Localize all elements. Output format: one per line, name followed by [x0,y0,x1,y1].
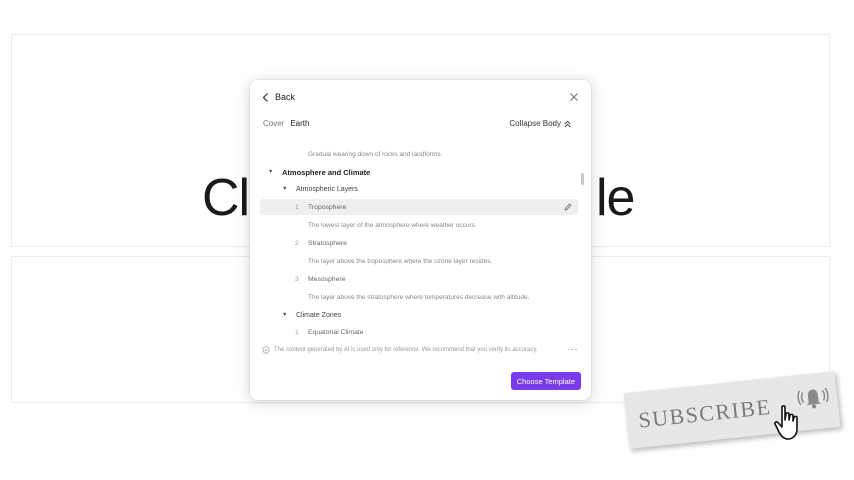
ai-disclaimer: The content generated by AI is used only… [262,346,538,354]
collapse-body-button[interactable]: Collapse Body [509,119,571,128]
collapse-triangle-icon[interactable]: ▼ [282,312,292,318]
subscribe-text: SUBSCRIBE [637,393,773,433]
shield-check-icon [262,346,270,354]
collapse-body-label: Collapse Body [509,119,561,128]
outline-dialog: Back Cover Earth Collapse Body Gradual we… [250,80,591,400]
cover-value: Earth [290,119,310,128]
cover-row: Cover Earth [263,119,309,128]
outline-subsection[interactable]: ▼ Climate Zones [260,307,578,323]
outline-item[interactable]: 3 Mesosphere [260,271,578,287]
more-options-button[interactable]: ··· [568,344,579,354]
slide-title-right-fragment: le [596,169,635,227]
choose-template-button[interactable]: Choose Template [510,372,581,390]
slide-title-left-fragment: Cl [202,169,250,227]
outline-list: Gradual wearing down of rocks and landfo… [260,144,586,342]
cover-label: Cover [263,119,285,128]
outline-description: The layer above the stratosphere where t… [308,293,530,301]
chevron-left-icon [262,92,268,102]
collapse-triangle-icon[interactable]: ▼ [268,169,278,175]
pencil-icon[interactable] [564,203,572,211]
outline-scrollbar[interactable] [581,173,584,185]
outline-item[interactable]: 1 Equatorial Climate [260,324,578,340]
outline-description: The lowest layer of the atmosphere where… [308,221,477,229]
outline-description: The layer above the troposphere where th… [308,257,493,265]
back-label: Back [275,92,296,102]
ai-disclaimer-text: The content generated by AI is used only… [274,347,538,353]
double-chevron-up-icon [564,120,571,127]
pointer-hand-icon [774,405,798,440]
outline-section[interactable]: ▼ Atmosphere and Climate [260,164,578,180]
close-icon[interactable] [569,92,579,102]
back-button[interactable]: Back [262,92,295,102]
collapse-triangle-icon[interactable]: ▼ [282,186,292,192]
outline-subsection[interactable]: ▼ Atmospheric Layers [260,181,578,197]
outline-item-selected[interactable]: 1 Troposphere [260,199,578,215]
outline-description: Gradual wearing down of rocks and landfo… [308,150,443,158]
outline-item[interactable]: 2 Stratosphere [260,235,578,251]
